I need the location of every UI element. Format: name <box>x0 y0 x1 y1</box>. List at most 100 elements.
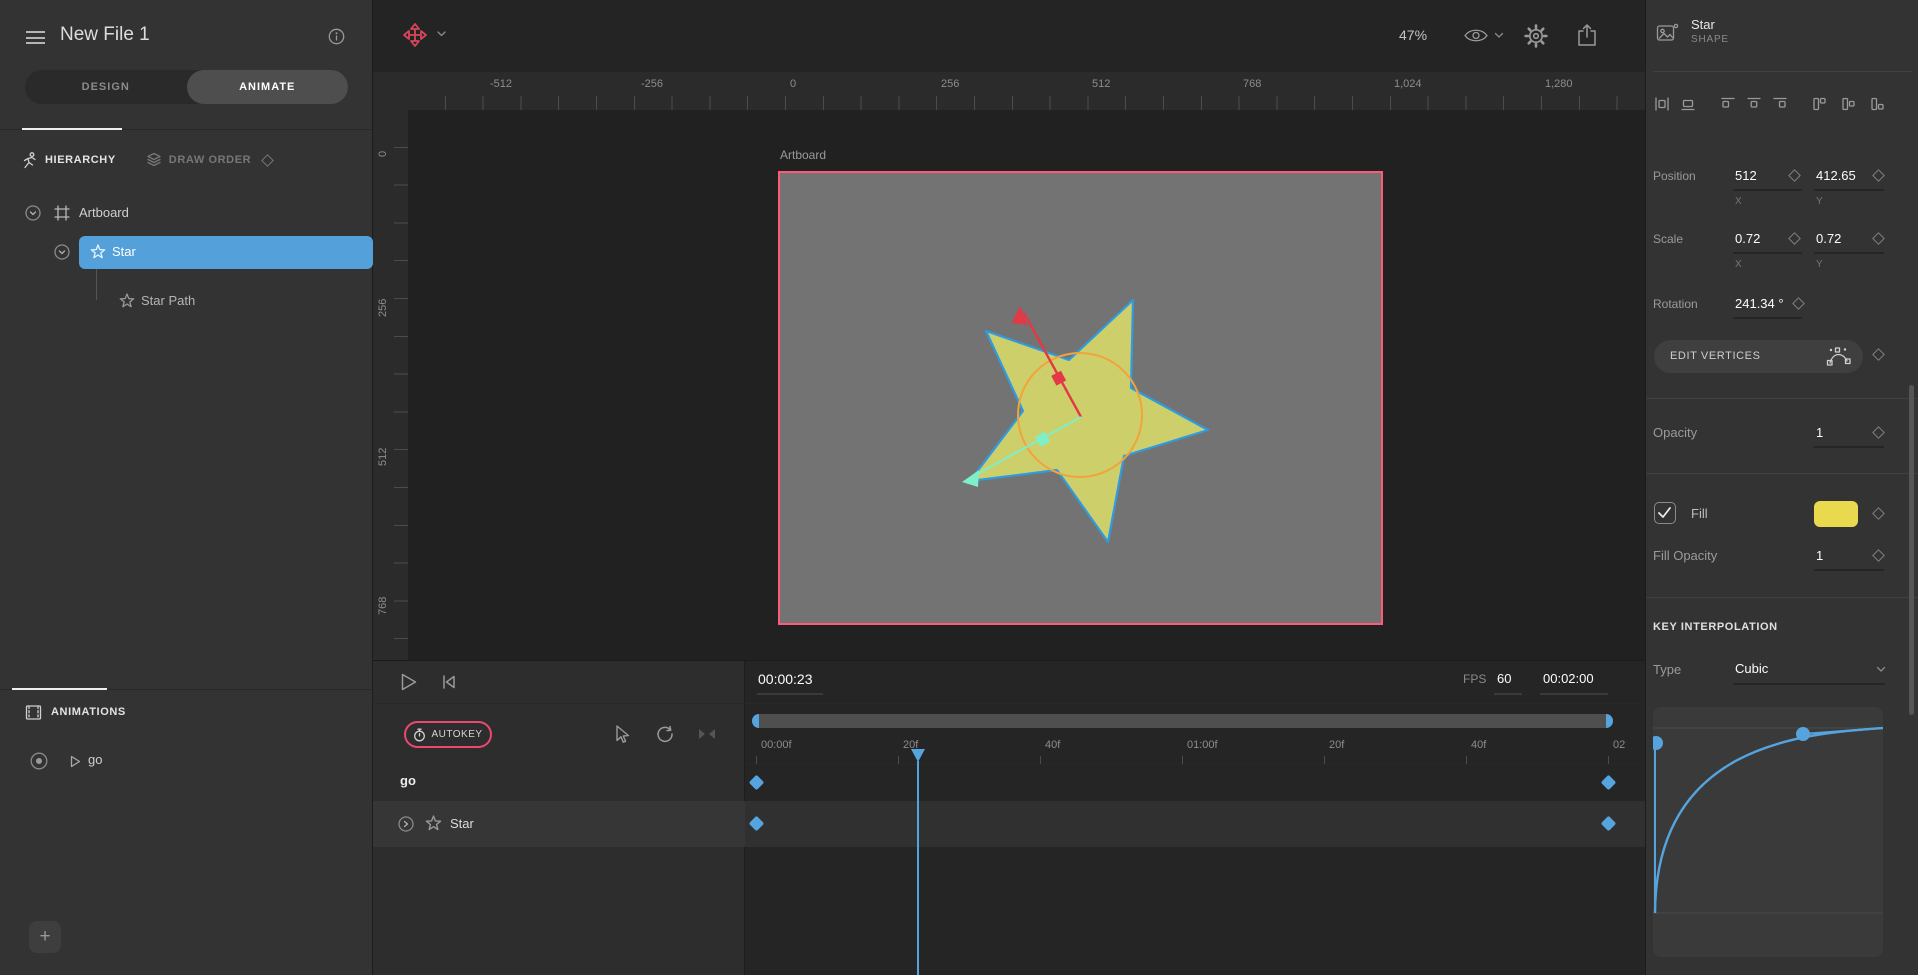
align-left-top-icon[interactable] <box>1811 96 1827 112</box>
autokey-toggle[interactable]: AUTOKEY <box>404 721 492 748</box>
keyframe-diamond[interactable] <box>1601 816 1617 832</box>
selected-row-highlight[interactable]: Star <box>79 236 373 269</box>
opacity-input[interactable]: 1 <box>1816 425 1823 440</box>
playhead-line[interactable] <box>917 761 919 975</box>
fps-value[interactable]: 60 <box>1497 671 1511 686</box>
playhead-marker[interactable] <box>911 749 925 762</box>
control-handle-out[interactable] <box>1803 728 1883 734</box>
visibility-eye-icon[interactable] <box>1463 27 1489 44</box>
frame-tick <box>1182 756 1183 764</box>
tree-row-artboard[interactable]: Artboard <box>0 200 373 226</box>
track-row-animation[interactable]: go <box>373 761 745 801</box>
star-shape-and-gizmos[interactable] <box>780 173 1381 623</box>
tool-dropdown-chevron-icon[interactable] <box>436 30 447 38</box>
fill-checkbox[interactable] <box>1654 502 1676 524</box>
input-underline <box>1814 569 1884 571</box>
position-x-input[interactable]: 512 <box>1735 168 1757 183</box>
keyframe-diamond[interactable] <box>749 816 765 832</box>
duration-underline <box>1540 693 1608 695</box>
interpolation-curve-editor[interactable] <box>1653 707 1883 957</box>
control-point-in[interactable] <box>1653 736 1663 750</box>
select-chevron-icon[interactable] <box>1876 666 1886 673</box>
duration-value[interactable]: 00:02:00 <box>1543 671 1594 686</box>
align-top-center-icon[interactable] <box>1746 96 1762 112</box>
position-y-keyframe-toggle[interactable] <box>1872 169 1885 182</box>
frame-label: 02 <box>1613 739 1625 751</box>
tab-animate[interactable]: ANIMATE <box>187 70 349 104</box>
position-x-keyframe-toggle[interactable] <box>1788 169 1801 182</box>
fit-view-icon[interactable] <box>698 727 716 741</box>
timeline-frame-ruler[interactable]: 00:00f 20f 40f 01:00f 20f 40f 02 <box>745 731 1645 764</box>
draw-order-keyframe-diamond[interactable] <box>261 154 274 167</box>
hierarchy-header: HIERARCHY DRAW ORDER <box>22 150 352 170</box>
hamburger-menu-button[interactable] <box>26 31 45 44</box>
scale-x-input[interactable]: 0.72 <box>1735 231 1760 246</box>
expand-chevron-icon[interactable] <box>54 244 70 260</box>
interpolation-type-select[interactable]: Cubic <box>1735 661 1768 676</box>
panel-scrollbar[interactable] <box>1909 385 1914 715</box>
scale-x-keyframe-toggle[interactable] <box>1788 232 1801 245</box>
export-share-icon[interactable] <box>1576 23 1598 47</box>
vertices-keyframe-toggle[interactable] <box>1872 348 1885 361</box>
track-keys-row-animation[interactable] <box>745 764 1645 801</box>
star-shape[interactable] <box>970 300 1208 542</box>
align-left-bottom-icon[interactable] <box>1869 96 1885 112</box>
x-axis-label: X <box>1735 259 1742 270</box>
artboard-title[interactable]: Artboard <box>780 148 826 162</box>
align-horizontal-center-icon[interactable] <box>1654 96 1670 112</box>
rotation-keyframe-toggle[interactable] <box>1792 297 1805 310</box>
fill-color-swatch[interactable] <box>1814 501 1858 527</box>
position-y-input[interactable]: 412.65 <box>1816 168 1856 183</box>
rotation-input[interactable]: 241.34 ° <box>1735 296 1784 311</box>
fill-opacity-keyframe-toggle[interactable] <box>1872 549 1885 562</box>
ruler-label: -512 <box>490 78 512 90</box>
fill-keyframe-toggle[interactable] <box>1872 507 1885 520</box>
play-animation-icon[interactable] <box>70 755 81 768</box>
info-icon[interactable] <box>328 28 345 45</box>
expand-chevron-icon[interactable] <box>398 816 414 832</box>
align-left-center-icon[interactable] <box>1840 96 1856 112</box>
keyframe-diamond[interactable] <box>1601 775 1617 791</box>
play-button[interactable] <box>400 672 418 692</box>
tab-draw-order[interactable]: DRAW ORDER <box>169 154 251 166</box>
canvas-viewport[interactable]: Artboard <box>408 110 1645 660</box>
opacity-label: Opacity <box>1653 425 1697 440</box>
keyframe-diamond[interactable] <box>749 775 765 791</box>
track-keys-row-star[interactable] <box>745 801 1645 847</box>
animation-list-item[interactable]: go <box>0 748 373 774</box>
tab-design[interactable]: DESIGN <box>25 70 187 104</box>
settings-gear-icon[interactable] <box>1524 24 1548 48</box>
track-row-star[interactable]: Star <box>373 801 745 847</box>
range-start-handle[interactable] <box>752 714 759 728</box>
align-top-left-icon[interactable] <box>1720 96 1736 112</box>
bezier-pen-icon <box>1826 345 1852 368</box>
range-end-handle[interactable] <box>1606 714 1613 728</box>
zoom-level[interactable]: 47% <box>1399 27 1427 43</box>
artboard[interactable] <box>778 171 1383 625</box>
bezier-curve[interactable] <box>1655 728 1883 913</box>
align-top-right-icon[interactable] <box>1772 96 1788 112</box>
go-to-start-button[interactable] <box>441 674 457 690</box>
panel-resize-handle[interactable] <box>12 688 107 690</box>
tree-row-star[interactable]: Star <box>0 236 373 269</box>
tab-hierarchy[interactable]: HIERARCHY <box>45 154 116 166</box>
plus-icon: + <box>39 926 50 948</box>
opacity-keyframe-toggle[interactable] <box>1872 426 1885 439</box>
timeline-range-scrollbar[interactable] <box>752 714 1613 728</box>
loop-icon[interactable] <box>655 724 675 744</box>
visibility-dropdown-chevron-icon[interactable] <box>1494 32 1504 39</box>
edit-vertices-button[interactable]: EDIT VERTICES <box>1654 340 1863 373</box>
animation-radio[interactable] <box>30 752 48 770</box>
expand-chevron-icon[interactable] <box>25 205 41 221</box>
add-animation-button[interactable]: + <box>29 921 61 953</box>
scale-y-keyframe-toggle[interactable] <box>1872 232 1885 245</box>
tree-row-star-path[interactable]: Star Path <box>0 288 373 314</box>
align-vertical-center-icon[interactable] <box>1680 96 1696 112</box>
panel-resize-handle[interactable] <box>22 128 122 130</box>
control-point-out[interactable] <box>1796 727 1810 741</box>
select-cursor-icon[interactable] <box>612 724 631 745</box>
fill-opacity-input[interactable]: 1 <box>1816 548 1823 563</box>
translate-tool-button[interactable] <box>402 22 428 48</box>
current-time-display[interactable]: 00:00:23 <box>758 671 813 687</box>
scale-y-input[interactable]: 0.72 <box>1816 231 1841 246</box>
